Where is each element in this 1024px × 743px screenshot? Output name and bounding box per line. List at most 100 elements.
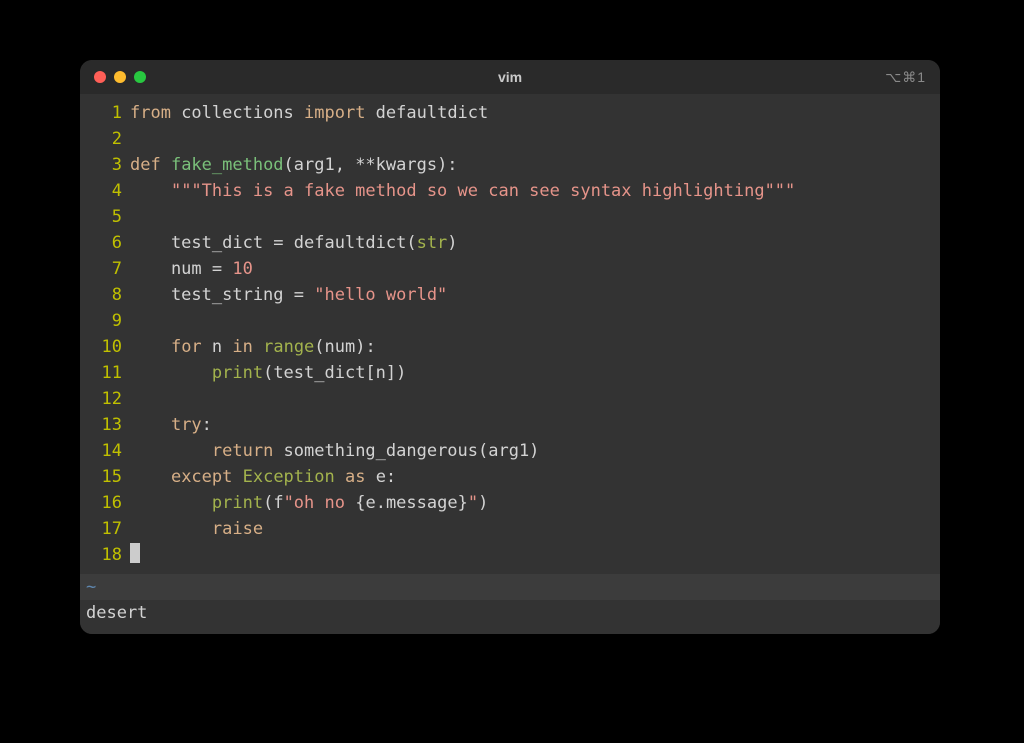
line-number: 18 bbox=[80, 542, 130, 568]
editor-area[interactable]: 1from collections import defaultdict23de… bbox=[80, 94, 940, 574]
code-line[interactable]: 10 for n in range(num): bbox=[80, 334, 940, 360]
code-line[interactable]: 8 test_string = "hello world" bbox=[80, 282, 940, 308]
code-content[interactable]: num = 10 bbox=[130, 256, 940, 282]
code-line[interactable]: 4 """This is a fake method so we can see… bbox=[80, 178, 940, 204]
token: " bbox=[468, 493, 478, 513]
code-line[interactable]: 5 bbox=[80, 204, 940, 230]
code-line[interactable]: 13 try: bbox=[80, 412, 940, 438]
token: ) bbox=[478, 493, 488, 513]
token: (arg1, **kwargs): bbox=[284, 155, 458, 175]
token: e.message bbox=[365, 493, 457, 513]
line-number: 15 bbox=[80, 464, 130, 490]
line-number: 6 bbox=[80, 230, 130, 256]
code-line[interactable]: 1from collections import defaultdict bbox=[80, 100, 940, 126]
code-content[interactable] bbox=[130, 308, 940, 334]
code-content[interactable]: from collections import defaultdict bbox=[130, 100, 940, 126]
code-content[interactable]: print(f"oh no {e.message}") bbox=[130, 490, 940, 516]
line-number: 13 bbox=[80, 412, 130, 438]
token bbox=[130, 181, 171, 201]
token: from bbox=[130, 103, 181, 123]
line-number: 9 bbox=[80, 308, 130, 334]
token: def bbox=[130, 155, 171, 175]
token: num = bbox=[130, 259, 232, 279]
token: } bbox=[458, 493, 468, 513]
code-content[interactable] bbox=[130, 386, 940, 412]
token: test_dict = defaultdict( bbox=[130, 233, 417, 253]
token: import bbox=[304, 103, 376, 123]
code-line[interactable]: 2 bbox=[80, 126, 940, 152]
code-line[interactable]: 6 test_dict = defaultdict(str) bbox=[80, 230, 940, 256]
line-number: 12 bbox=[80, 386, 130, 412]
token: "hello world" bbox=[314, 285, 447, 305]
token: e: bbox=[376, 467, 396, 487]
code-line[interactable]: 9 bbox=[80, 308, 940, 334]
token: fake_method bbox=[171, 155, 284, 175]
traffic-lights bbox=[94, 71, 146, 83]
line-number: 7 bbox=[80, 256, 130, 282]
token bbox=[130, 467, 171, 487]
token bbox=[130, 415, 171, 435]
token: (num): bbox=[314, 337, 375, 357]
window-title: vim bbox=[80, 69, 940, 85]
code-content[interactable]: try: bbox=[130, 412, 940, 438]
vim-empty-line: ~ bbox=[80, 574, 940, 600]
token: except bbox=[171, 467, 243, 487]
code-content[interactable]: raise bbox=[130, 516, 940, 542]
code-content[interactable]: def fake_method(arg1, **kwargs): bbox=[130, 152, 940, 178]
code-line[interactable]: 14 return something_dangerous(arg1) bbox=[80, 438, 940, 464]
line-number: 14 bbox=[80, 438, 130, 464]
code-content[interactable] bbox=[130, 126, 940, 152]
line-number: 8 bbox=[80, 282, 130, 308]
line-number: 11 bbox=[80, 360, 130, 386]
token: range bbox=[263, 337, 314, 357]
code-line[interactable]: 15 except Exception as e: bbox=[80, 464, 940, 490]
token: { bbox=[355, 493, 365, 513]
line-number: 1 bbox=[80, 100, 130, 126]
code-content[interactable]: """This is a fake method so we can see s… bbox=[130, 178, 940, 204]
line-number: 10 bbox=[80, 334, 130, 360]
token: 10 bbox=[232, 259, 252, 279]
token: (f bbox=[263, 493, 283, 513]
token: print bbox=[212, 493, 263, 513]
token: in bbox=[232, 337, 263, 357]
code-line[interactable]: 18 bbox=[80, 542, 940, 568]
code-content[interactable]: print(test_dict[n]) bbox=[130, 360, 940, 386]
code-content[interactable]: test_string = "hello world" bbox=[130, 282, 940, 308]
token: test_string = bbox=[130, 285, 314, 305]
line-number: 3 bbox=[80, 152, 130, 178]
minimize-icon[interactable] bbox=[114, 71, 126, 83]
line-number: 2 bbox=[80, 126, 130, 152]
token: defaultdict bbox=[376, 103, 489, 123]
line-number: 5 bbox=[80, 204, 130, 230]
titlebar: vim ⌥⌘1 bbox=[80, 60, 940, 94]
close-icon[interactable] bbox=[94, 71, 106, 83]
code-content[interactable] bbox=[130, 542, 940, 568]
code-content[interactable] bbox=[130, 204, 940, 230]
token bbox=[130, 519, 212, 539]
token: """This is a fake method so we can see s… bbox=[171, 181, 795, 201]
line-number: 17 bbox=[80, 516, 130, 542]
zoom-icon[interactable] bbox=[134, 71, 146, 83]
token: : bbox=[202, 415, 212, 435]
code-line[interactable]: 12 bbox=[80, 386, 940, 412]
token bbox=[130, 441, 212, 461]
token: (test_dict[n]) bbox=[263, 363, 406, 383]
token: Exception bbox=[243, 467, 345, 487]
padding bbox=[80, 626, 940, 634]
code-line[interactable]: 16 print(f"oh no {e.message}") bbox=[80, 490, 940, 516]
code-content[interactable]: for n in range(num): bbox=[130, 334, 940, 360]
code-line[interactable]: 11 print(test_dict[n]) bbox=[80, 360, 940, 386]
token: as bbox=[345, 467, 376, 487]
cursor-icon bbox=[130, 543, 140, 563]
code-content[interactable]: return something_dangerous(arg1) bbox=[130, 438, 940, 464]
token: raise bbox=[212, 519, 263, 539]
line-number: 16 bbox=[80, 490, 130, 516]
code-line[interactable]: 7 num = 10 bbox=[80, 256, 940, 282]
code-line[interactable]: 3def fake_method(arg1, **kwargs): bbox=[80, 152, 940, 178]
code-line[interactable]: 17 raise bbox=[80, 516, 940, 542]
code-content[interactable]: except Exception as e: bbox=[130, 464, 940, 490]
terminal-window: vim ⌥⌘1 1from collections import default… bbox=[80, 60, 940, 634]
token: "oh no bbox=[284, 493, 356, 513]
token: str bbox=[417, 233, 448, 253]
code-content[interactable]: test_dict = defaultdict(str) bbox=[130, 230, 940, 256]
